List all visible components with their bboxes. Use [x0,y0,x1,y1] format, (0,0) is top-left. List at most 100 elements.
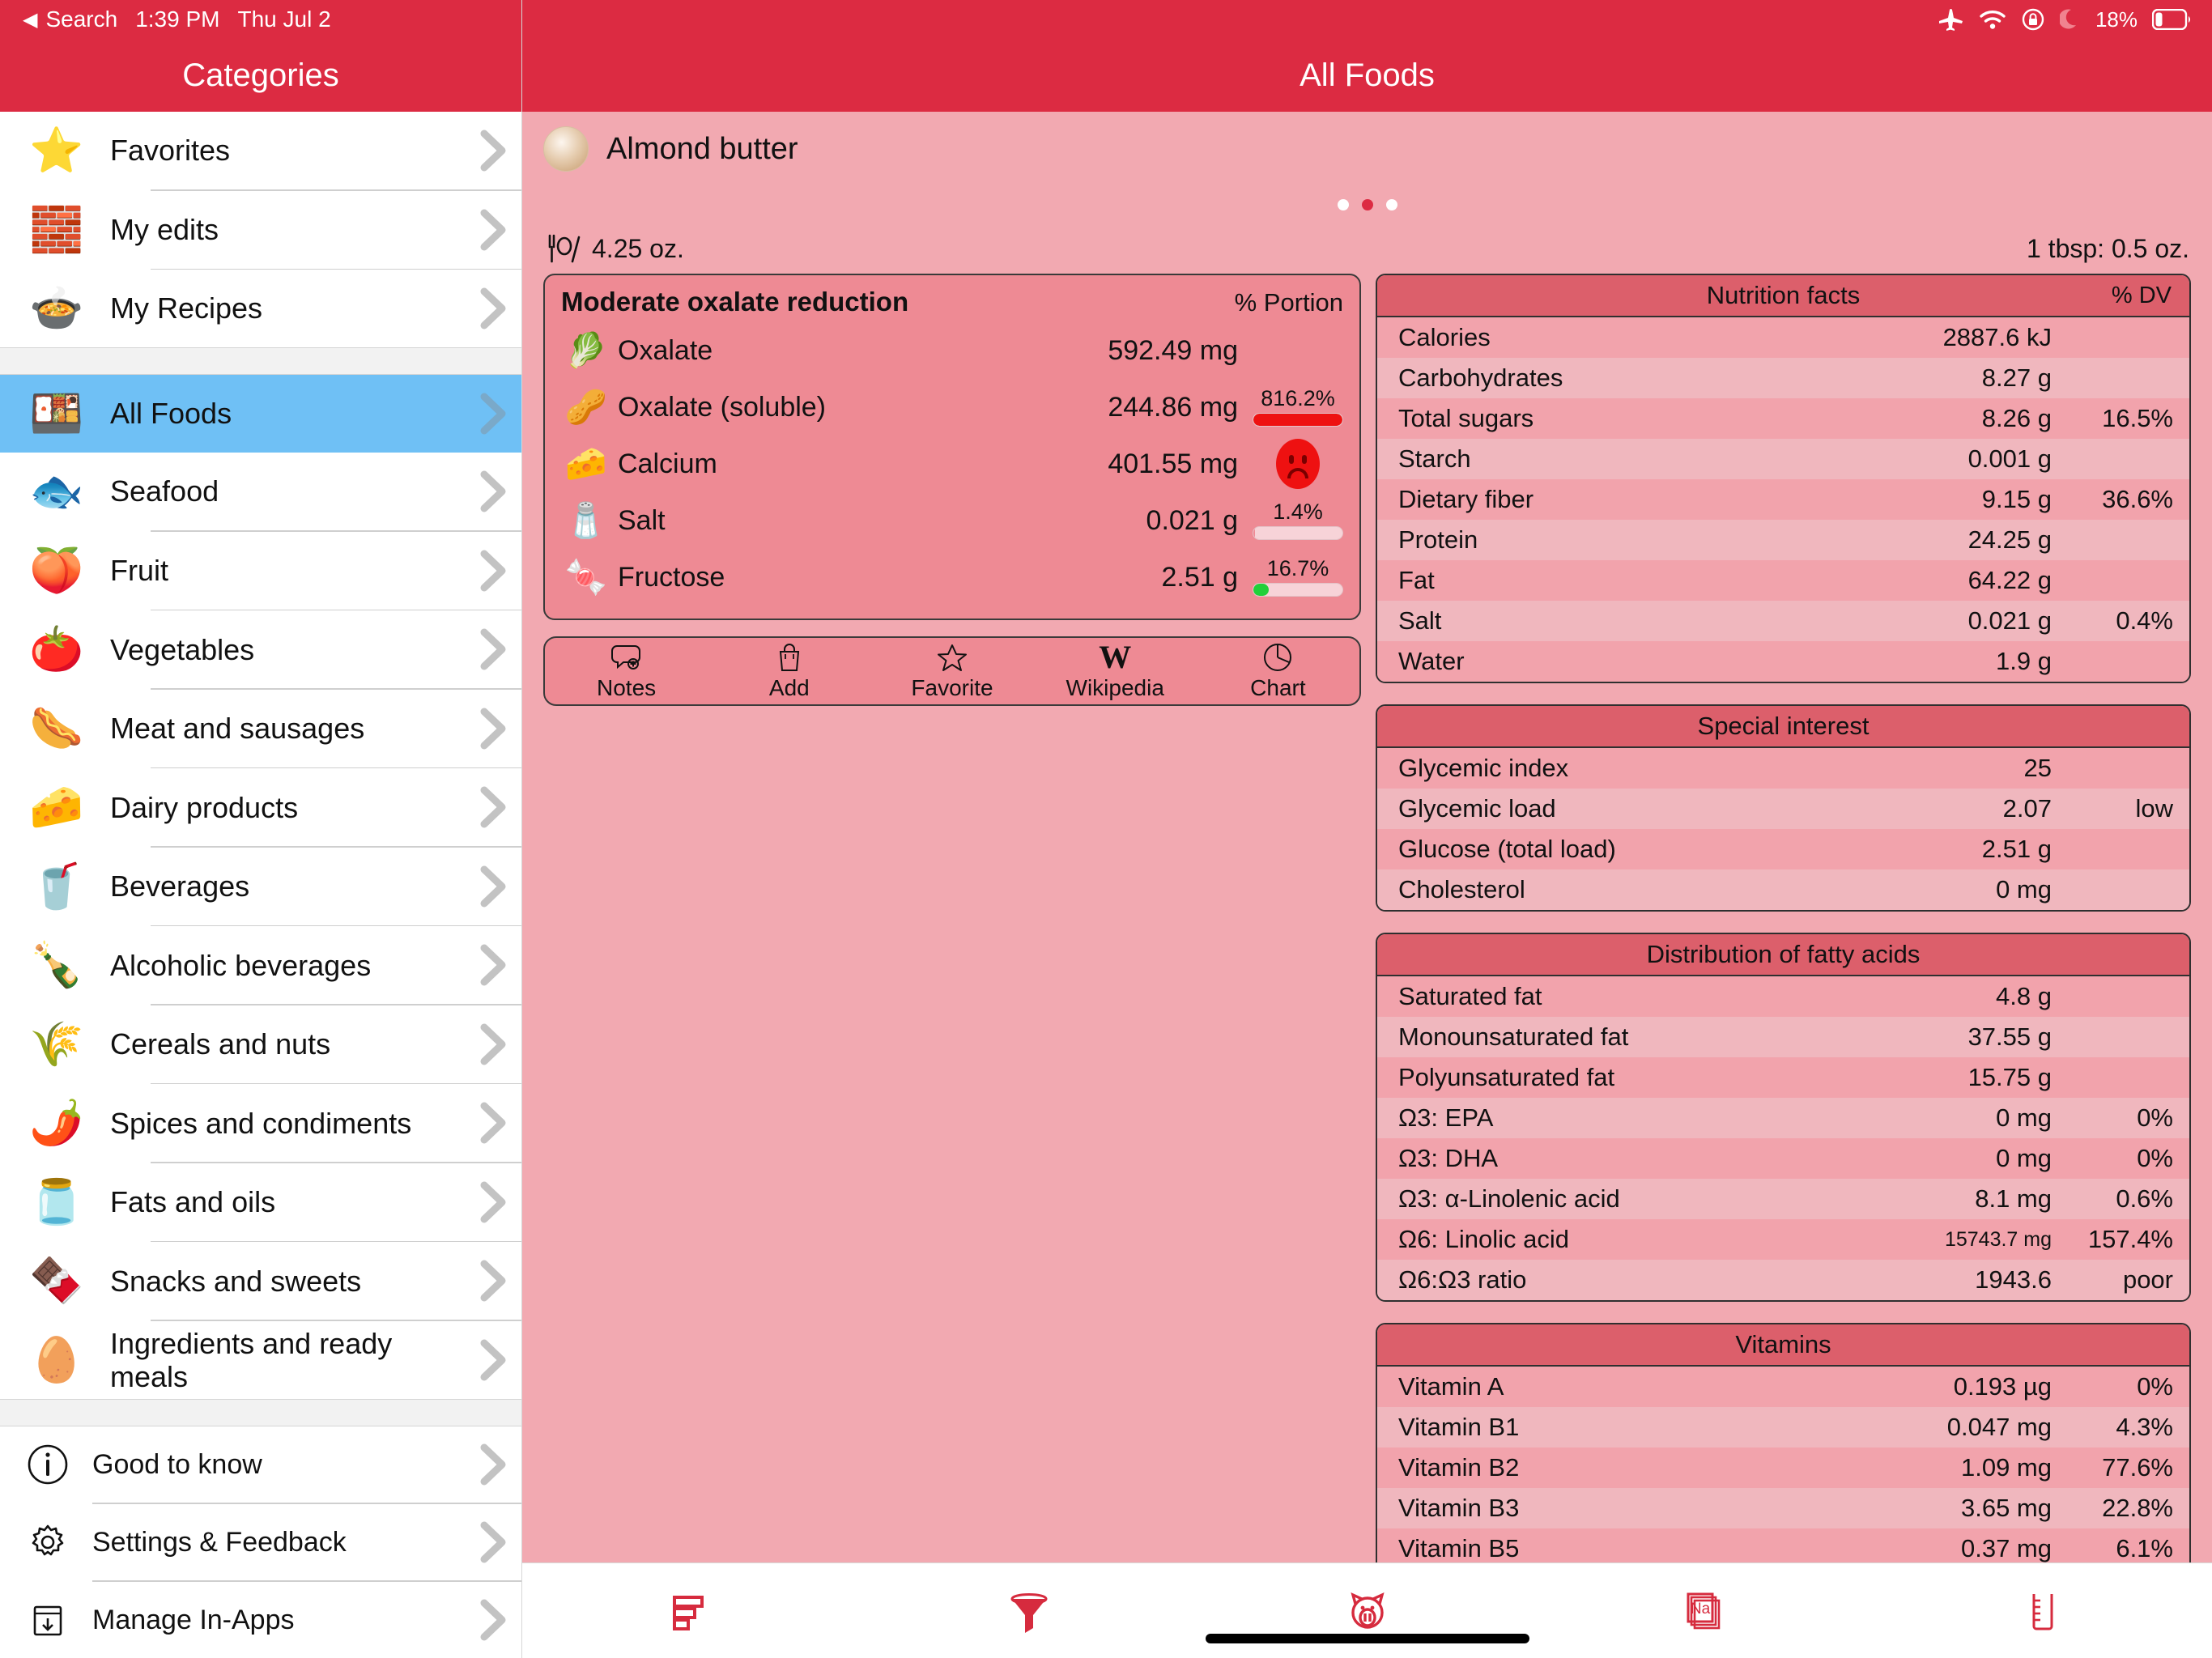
sidebar-list[interactable]: ⭐ Favorites 🧱 My edits 🍲 My Recipes 🍱 Al… [0,112,521,1658]
back-app-label[interactable]: Search [45,6,117,32]
home-indicator[interactable] [1205,1634,1529,1643]
sidebar-item-ingredients-and-ready-meals[interactable]: 🥚 Ingredients and ready meals [0,1320,521,1399]
row-name: Vitamin B5 [1398,1534,1520,1562]
row-name: Total sugars [1398,404,1534,432]
add-button[interactable]: Add [708,641,870,701]
table-row[interactable]: Cholesterol 0 mg [1377,869,2189,910]
table-row[interactable]: Vitamin B3 3.65 mg 22.8% [1377,1488,2189,1528]
chevron-right-icon [465,943,521,987]
sidebar-item-spices-and-condiments[interactable]: 🌶️ Spices and condiments [0,1084,521,1163]
sidebar-item-fats-and-oils[interactable]: 🫙 Fats and oils [0,1163,521,1241]
sidebar-item-favorites[interactable]: ⭐ Favorites [0,112,521,189]
table-row[interactable]: Glycemic load 2.07 low [1377,789,2189,829]
sidebar-item-cereals-and-nuts[interactable]: 🌾 Cereals and nuts [0,1005,521,1083]
table-row[interactable]: Vitamin B1 0.047 mg 4.3% [1377,1407,2189,1448]
oxalate-row-meter: 816.2% [1238,388,1343,427]
table-row[interactable]: Monounsaturated fat 37.55 g [1377,1017,2189,1057]
sidebar-item-label: Alcoholic beverages [110,948,372,982]
sidebar-item-label: Beverages [110,869,250,903]
row-percent: 0.6% [2116,1184,2173,1213]
row-value: 1.9 g [1996,647,2052,675]
wikipedia-button[interactable]: W Wikipedia [1034,641,1197,701]
table-row[interactable]: Vitamin B5 0.37 mg 6.1% [1377,1528,2189,1562]
sidebar-item-snacks-and-sweets[interactable]: 🍫 Snacks and sweets [0,1242,521,1320]
sidebar-item-settings-and-feedback[interactable]: Settings & Feedback [0,1504,521,1580]
table-row[interactable]: Saturated fat 4.8 g [1377,976,2189,1017]
sidebar-item-manage-in-apps[interactable]: Manage In-Apps [0,1582,521,1658]
oxalate-row[interactable]: 🍬 Fructose 2.51 g 16.7% [561,549,1343,606]
sidebar-item-beverages[interactable]: 🥤 Beverages [0,847,521,925]
portion-left[interactable]: 4.25 oz. [545,231,684,266]
sidebar-item-label: Spices and condiments [110,1106,412,1140]
leafy-green-icon: 🥬 [564,331,608,369]
table-row[interactable]: Protein 24.25 g [1377,520,2189,560]
oxalate-row-name: Calcium [618,448,717,479]
sidebar-item-my-edits[interactable]: 🧱 My edits [0,190,521,269]
sidebar-item-my-recipes[interactable]: 🍲 My Recipes [0,270,521,348]
sidebar-item-meat-and-sausages[interactable]: 🌭 Meat and sausages [0,689,521,767]
oxalate-row[interactable]: 🧂 Salt 0.021 g 1.4% [561,492,1343,549]
tab-sodium[interactable]: Na [1536,1588,1874,1635]
row-name: Vitamin B3 [1398,1494,1520,1522]
table-header: Vitamins [1377,1324,2189,1367]
table-row[interactable]: Water 1.9 g [1377,641,2189,682]
table-row[interactable]: Ω3: DHA 0 mg 0% [1377,1138,2189,1179]
moon-icon [2059,8,2081,31]
sidebar-item-fruit[interactable]: 🍑 Fruit [0,531,521,610]
oxalate-row-name: Oxalate [618,334,713,366]
table-row[interactable]: Polyunsaturated fat 15.75 g [1377,1057,2189,1098]
sidebar-item-good-to-know[interactable]: Good to know [0,1426,521,1503]
sidebar-item-all-foods[interactable]: 🍱 All Foods [0,375,521,453]
page-dot[interactable] [1337,199,1349,210]
back-caret-icon[interactable]: ◀ [23,8,37,32]
sidebar-item-dairy-products[interactable]: 🧀 Dairy products [0,768,521,847]
row-name: Saturated fat [1398,982,1542,1010]
table-row[interactable]: Glycemic index 25 [1377,748,2189,789]
tab-measure[interactable] [1874,1588,2212,1635]
download-box-icon [21,1599,74,1641]
oil-bottle-thumb-icon: 🫙 [29,1177,84,1226]
chevron-right-icon [465,470,521,513]
tab-sort[interactable] [522,1588,860,1635]
table-row[interactable]: Fat 64.22 g [1377,560,2189,601]
eggs-thumb-icon: 🥚 [29,1335,84,1384]
row-percent: 16.5% [2102,404,2173,432]
right-column[interactable]: Nutrition facts % DV Calories 2887.6 kJ C… [1361,274,2191,1562]
notes-button[interactable]: Notes [545,641,708,701]
row-value: 2887.6 kJ [1942,323,2052,351]
table-row[interactable]: Total sugars 8.26 g 16.5% [1377,398,2189,439]
row-value: 0 mg [1996,875,2052,903]
table-row[interactable]: Dietary fiber 9.15 g 36.6% [1377,479,2189,520]
table-row[interactable]: Glucose (total load) 2.51 g [1377,829,2189,869]
page-dots[interactable] [522,186,2212,223]
table-row[interactable]: Starch 0.001 g [1377,439,2189,479]
table-row[interactable]: Vitamin B2 1.09 mg 77.6% [1377,1448,2189,1488]
table-row[interactable]: Salt 0.021 g 0.4% [1377,601,2189,641]
table-row[interactable]: Ω3: EPA 0 mg 0% [1377,1098,2189,1138]
table-row[interactable]: Ω6:Ω3 ratio 1943.6 poor [1377,1260,2189,1300]
row-name: Ω3: α-Linolenic acid [1398,1184,1620,1213]
sidebar-item-alcoholic-beverages[interactable]: 🍾 Alcoholic beverages [0,926,521,1005]
table-row[interactable]: Vitamin A 0.193 µg 0% [1377,1367,2189,1407]
row-percent: 22.8% [2102,1494,2173,1522]
food-pyramid-thumb-icon: 🍱 [29,389,84,439]
tab-filter[interactable] [860,1588,1197,1635]
page-dot[interactable] [1385,199,1397,210]
sidebar-item-vegetables[interactable]: 🍅 Vegetables [0,610,521,689]
tab-pig[interactable] [1198,1588,1536,1635]
table-row[interactable]: Ω6: Linolic acid 15743.7 mg 157.4% [1377,1219,2189,1260]
favorite-button[interactable]: Favorite [870,641,1033,701]
table-row[interactable]: Carbohydrates 8.27 g [1377,358,2189,398]
battery-percent-label: 18% [2095,6,2138,32]
grains-thumb-icon: 🌾 [29,1019,84,1069]
oxalate-row[interactable]: 🧀 Calcium 401.55 mg [561,436,1343,492]
chevron-right-icon [465,627,521,671]
sidebar-item-seafood[interactable]: 🐟 Seafood [0,453,521,531]
oxalate-row[interactable]: 🥜 Oxalate (soluble) 244.86 mg 816.2% [561,379,1343,436]
page-dot-active[interactable] [1361,199,1373,210]
chart-button[interactable]: Chart [1197,641,1359,701]
table-row[interactable]: Calories 2887.6 kJ [1377,317,2189,358]
oxalate-row[interactable]: 🥬 Oxalate 592.49 mg [561,322,1343,379]
row-value: 2.07 [2002,794,2052,823]
table-row[interactable]: Ω3: α-Linolenic acid 8.1 mg 0.6% [1377,1179,2189,1219]
